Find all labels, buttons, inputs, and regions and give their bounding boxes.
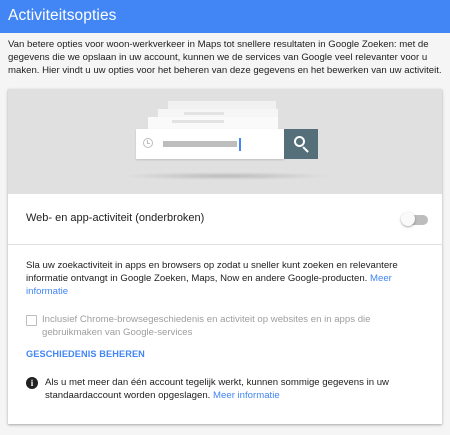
illustration-search-box (136, 129, 284, 159)
placeholder-line (184, 112, 224, 115)
activity-toggle-label: Web- en app-activiteit (onderbroken) (26, 212, 205, 224)
activity-description-text: Sla uw zoekactiviteit in apps en browser… (26, 260, 398, 284)
app-header: Activiteitsopties (0, 0, 450, 33)
page-title: Activiteitsopties (8, 7, 117, 24)
text-caret (239, 138, 241, 151)
activity-toggle-switch[interactable] (401, 212, 430, 226)
activity-description: Sla uw zoekactiviteit in apps en browser… (26, 259, 428, 298)
placeholder-line (172, 120, 224, 123)
hero-illustration (8, 89, 442, 194)
clock-icon (143, 138, 153, 148)
illustration-shadow (120, 172, 332, 180)
illustration-search-button (284, 129, 318, 159)
account-notice-text-block: Als u met meer dan één account tegelijk … (45, 376, 425, 402)
activity-toggle-row: Web- en app-activiteit (onderbroken) (8, 194, 442, 245)
illustration-query-placeholder (163, 141, 237, 147)
chrome-history-checkbox[interactable] (26, 315, 37, 326)
chrome-history-label: Inclusief Chrome-browsegeschiedenis en a… (42, 314, 371, 338)
info-icon: i (26, 377, 38, 389)
search-icon-handle (302, 146, 309, 153)
manage-history-button[interactable]: GESCHIEDENIS BEHEREN (26, 349, 145, 359)
toggle-thumb (401, 212, 415, 226)
intro-text: Van betere opties voor woon-werkverkeer … (8, 39, 442, 76)
activity-card: Web- en app-activiteit (onderbroken) Sla… (8, 89, 442, 424)
notice-more-info-link[interactable]: Meer informatie (213, 390, 280, 401)
